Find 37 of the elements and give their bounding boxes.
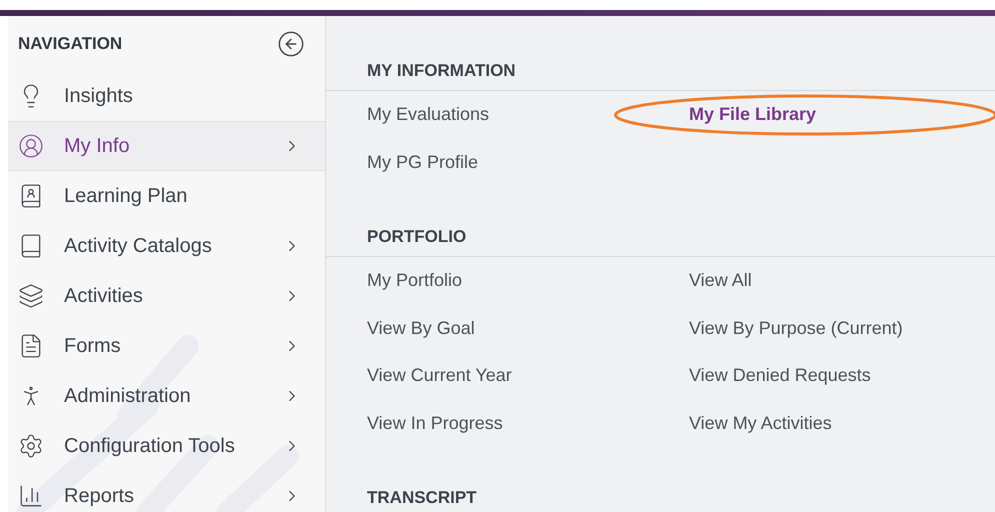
- nav-item[interactable]: Insights: [8, 71, 325, 121]
- nav-item[interactable]: Configuration Tools: [8, 421, 325, 471]
- nav-item[interactable]: Reports: [8, 471, 325, 512]
- bar-chart-icon: [18, 483, 44, 509]
- nav-item-label: Activities: [64, 284, 144, 309]
- collapse-button[interactable]: [277, 30, 305, 58]
- nav-item[interactable]: Learning Plan: [8, 171, 325, 221]
- nav-item[interactable]: Activity Catalogs: [8, 221, 325, 271]
- menu-link[interactable]: View In Progress: [367, 410, 503, 437]
- menu-link[interactable]: View Denied Requests: [689, 362, 871, 390]
- nav-item-label: Activity Catalogs: [64, 234, 213, 259]
- gear-icon: [18, 433, 44, 459]
- nav-item-label: Reports: [64, 484, 136, 509]
- nav-item[interactable]: Administration: [8, 371, 325, 421]
- section-heading: PORTFOLIO: [367, 227, 466, 246]
- nav-item-label: Forms: [64, 334, 122, 359]
- section-heading: TRANSCRIPT: [367, 488, 477, 507]
- nav-item-label: My Info: [64, 134, 131, 159]
- menu-link[interactable]: View My Activities: [689, 410, 832, 437]
- navigation-heading: NAVIGATION: [18, 32, 122, 55]
- menu-link[interactable]: My Portfolio: [367, 267, 462, 294]
- menu-link[interactable]: My Evaluations: [367, 101, 490, 128]
- menu-link[interactable]: View By Purpose (Current): [689, 314, 903, 342]
- nav-item[interactable]: My Info: [8, 121, 325, 171]
- layers-icon: [18, 283, 44, 309]
- section-heading: MY INFORMATION: [367, 61, 516, 80]
- nav-item[interactable]: Activities: [8, 271, 325, 321]
- nav-item[interactable]: Forms: [8, 321, 325, 371]
- menu-link[interactable]: View Current Year: [367, 362, 512, 390]
- menu-link[interactable]: View All: [689, 267, 752, 294]
- nav-item-label: Administration: [64, 384, 192, 409]
- nav-item-label: Insights: [64, 84, 134, 109]
- menu-link[interactable]: View By Goal: [367, 314, 475, 342]
- menu-link[interactable]: My PG Profile: [367, 148, 478, 176]
- nav-item-label: Learning Plan: [64, 184, 188, 209]
- user-circle-icon: [18, 133, 44, 159]
- nav-item-label: Configuration Tools: [64, 434, 236, 459]
